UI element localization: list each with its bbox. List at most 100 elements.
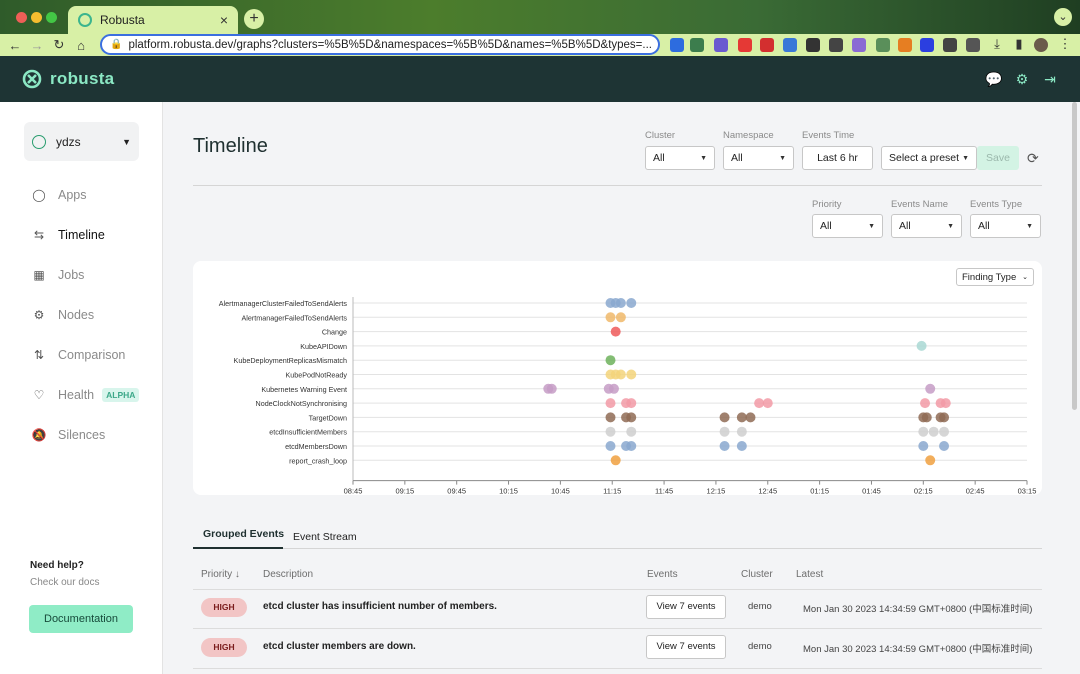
cluster-select[interactable]: All ▼: [645, 146, 715, 170]
priority-select[interactable]: All ▼: [812, 214, 883, 238]
arrow-down-icon: ↓: [234, 569, 240, 580]
sidebar-item-label: Apps: [58, 188, 87, 202]
new-tab-button[interactable]: +: [244, 9, 264, 29]
close-tab-icon[interactable]: ×: [220, 12, 228, 28]
extension-icon[interactable]: [829, 38, 843, 52]
browser-tab-bar: Robusta × + ⌄: [0, 0, 1080, 34]
avatar[interactable]: [1034, 38, 1048, 52]
sidepanel-icon[interactable]: ▮: [1008, 36, 1030, 52]
timeline-icon: ⇆: [33, 228, 45, 242]
workspace-selector[interactable]: ydzs ▼: [24, 122, 139, 161]
extension-icon[interactable]: [852, 38, 866, 52]
documentation-button[interactable]: Documentation: [29, 605, 133, 633]
data-point: [939, 412, 950, 423]
maximize-window-icon[interactable]: [46, 12, 57, 23]
caret-down-icon: ▼: [779, 154, 786, 162]
data-point: [605, 441, 616, 451]
priority-label: Priority: [812, 199, 842, 210]
data-point: [939, 426, 950, 437]
preset-value: Select a preset: [889, 152, 960, 164]
sidebar-item-label: Comparison: [58, 348, 126, 362]
extension-icon[interactable]: [783, 38, 797, 52]
scrollbar-thumb[interactable]: [1072, 102, 1077, 410]
caret-down-icon: ▼: [122, 136, 131, 147]
download-icon[interactable]: ⤓: [986, 36, 1008, 52]
workspace-name: ydzs: [56, 134, 81, 149]
save-button[interactable]: Save: [977, 146, 1019, 170]
chat-icon[interactable]: 💬: [985, 71, 1002, 87]
tab-grouped-events[interactable]: Grouped Events: [203, 528, 284, 540]
reload-icon[interactable]: ↻: [48, 37, 70, 53]
namespace-select[interactable]: All ▼: [723, 146, 794, 170]
preset-select[interactable]: Select a preset ▼: [881, 146, 977, 170]
logout-icon[interactable]: ⇥: [1042, 71, 1058, 87]
events-time-label: Events Time: [802, 130, 855, 141]
sidebar-item-comparison[interactable]: ⇅ Comparison: [32, 348, 125, 362]
data-point: [921, 412, 932, 423]
x-tick-label: 10:15: [499, 487, 518, 495]
priority-column-header[interactable]: Priority ↓: [201, 569, 240, 580]
events-tabs: Grouped Events Event Stream: [193, 522, 1042, 549]
data-point: [745, 412, 756, 423]
data-point: [626, 412, 637, 423]
x-tick-label: 11:45: [655, 487, 673, 495]
view-events-button[interactable]: View 7 events: [646, 595, 726, 619]
close-window-icon[interactable]: [16, 12, 27, 23]
x-tick-label: 12:45: [758, 487, 777, 495]
minimize-window-icon[interactable]: [31, 12, 42, 23]
category-label: KubeAPIDown: [300, 342, 347, 351]
events-time-button[interactable]: Last 6 hr: [802, 146, 873, 170]
brand-logo[interactable]: robusta: [22, 69, 114, 89]
data-point: [719, 441, 730, 451]
sidebar-item-label: Jobs: [58, 268, 85, 282]
data-point: [615, 312, 626, 323]
back-icon[interactable]: ←: [4, 38, 26, 53]
sidebar-item-timeline[interactable]: ⇆ Timeline: [32, 228, 105, 242]
forward-icon[interactable]: →: [26, 38, 48, 53]
event-description: etcd cluster has insufficient number of …: [263, 601, 497, 612]
sidebar-item-nodes[interactable]: ⚙ Nodes: [32, 308, 95, 322]
scrollbar[interactable]: [1068, 102, 1080, 674]
share-icon[interactable]: ⇧: [652, 38, 658, 51]
priority-badge: HIGH: [201, 598, 247, 617]
x-tick-label: 11:15: [603, 487, 621, 495]
sidebar-item-silences[interactable]: 🔕 Silences: [32, 428, 106, 442]
extension-icon[interactable]: [760, 38, 774, 52]
extension-icon[interactable]: [806, 38, 820, 52]
extension-icon[interactable]: [714, 38, 728, 52]
extension-icon[interactable]: [898, 38, 912, 52]
chevron-down-icon[interactable]: ⌄: [1054, 8, 1072, 26]
caret-down-icon: ▼: [962, 154, 969, 162]
extension-icon[interactable]: [690, 38, 704, 52]
compare-icon: ⇅: [33, 348, 45, 362]
tab-event-stream[interactable]: Event Stream: [293, 531, 357, 543]
refresh-icon[interactable]: ⟳: [1027, 150, 1039, 167]
more-icon[interactable]: ⋮: [1054, 36, 1076, 52]
extension-icon[interactable]: [670, 38, 684, 52]
x-tick-label: 02:45: [966, 487, 985, 495]
category-label: TargetDown: [309, 413, 347, 422]
cluster-cell: demo: [748, 601, 772, 612]
browser-tab[interactable]: Robusta ×: [68, 6, 238, 34]
extension-icon[interactable]: [943, 38, 957, 52]
category-label: etcdMembersDown: [285, 442, 347, 451]
events-type-select[interactable]: All ▼: [970, 214, 1041, 238]
address-bar[interactable]: 🔒 platform.robusta.dev/graphs?clusters=%…: [100, 34, 660, 55]
extension-icon[interactable]: [920, 38, 934, 52]
timeline-chart: Finding Type ⌄ AlertmanagerClusterFailed…: [193, 261, 1042, 495]
data-point: [605, 312, 616, 323]
gear-icon[interactable]: ⚙: [1014, 71, 1030, 87]
home-icon[interactable]: ⌂: [70, 38, 92, 53]
events-name-select[interactable]: All ▼: [891, 214, 962, 238]
extension-icon[interactable]: [876, 38, 890, 52]
sidebar-item-apps[interactable]: ◯ Apps: [32, 188, 87, 202]
extension-icon[interactable]: [966, 38, 980, 52]
sidebar-item-health[interactable]: ♡ Health ALPHA: [32, 388, 140, 402]
events-name-label: Events Name: [891, 199, 949, 210]
sidebar-item-jobs[interactable]: ▦ Jobs: [32, 268, 84, 282]
view-events-button[interactable]: View 7 events: [646, 635, 726, 659]
grid-icon: ▦: [33, 268, 45, 282]
data-point: [939, 441, 950, 451]
extension-icon[interactable]: [738, 38, 752, 52]
latest-cell: Mon Jan 30 2023 14:34:59 GMT+0800 (中国标准时…: [803, 644, 1033, 655]
